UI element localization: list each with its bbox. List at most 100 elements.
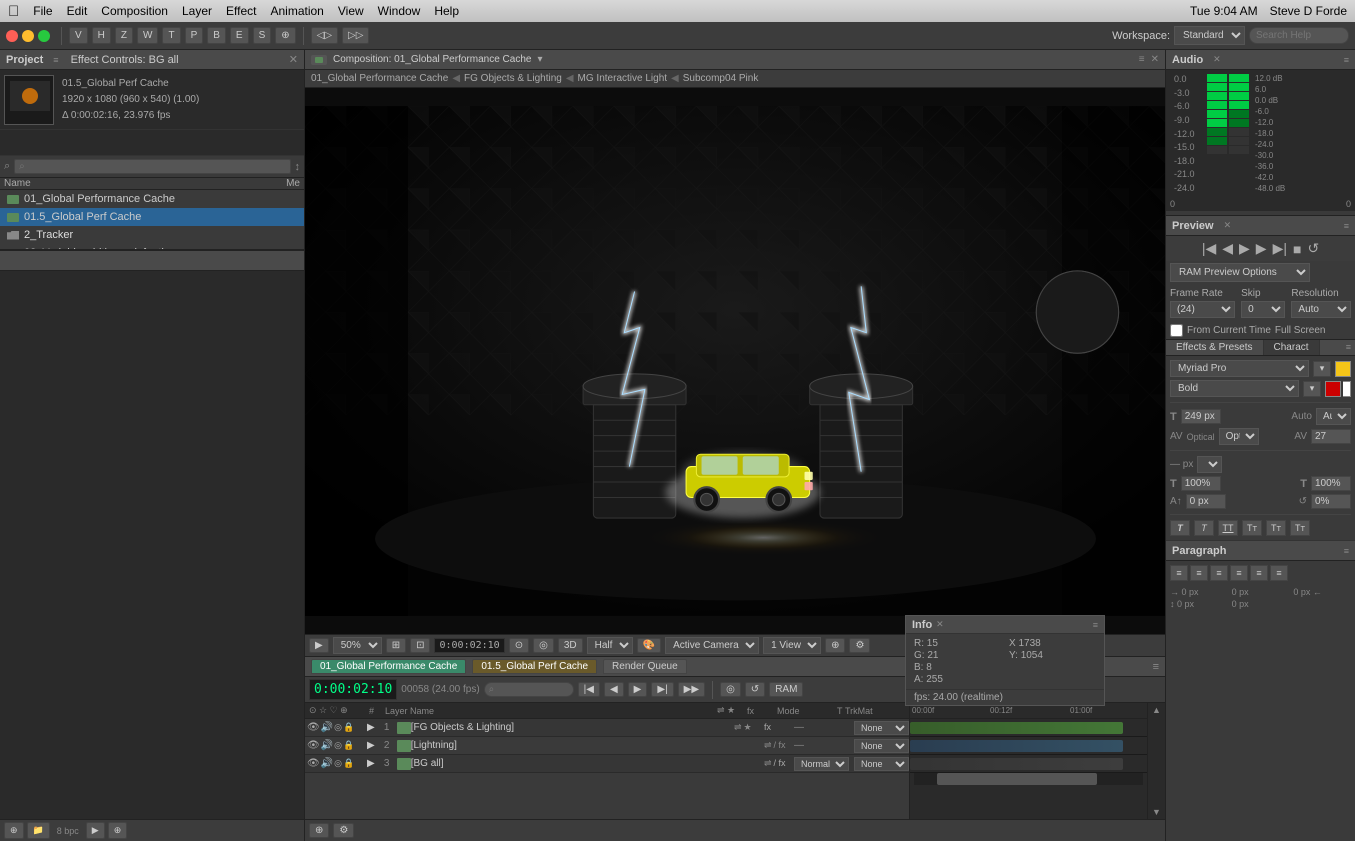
comp-mask-btn[interactable]: ◎ <box>533 638 554 653</box>
menu-edit[interactable]: Composition <box>101 4 168 18</box>
char-size-input[interactable] <box>1181 409 1221 424</box>
char-sub-btn[interactable]: TT <box>1290 520 1310 536</box>
char-upper-btn[interactable]: TT <box>1218 520 1238 536</box>
char-baseline-input[interactable] <box>1186 494 1226 509</box>
comp-options-btn[interactable]: ⊕ <box>825 638 845 653</box>
tl-play-fwd[interactable]: ▶| <box>651 682 673 697</box>
effects-panel-menu[interactable]: ≡ <box>1342 340 1355 355</box>
prev-last[interactable]: ▶| <box>1273 240 1287 257</box>
layer1-mat-select[interactable]: None <box>854 721 909 735</box>
tool-extra1[interactable]: ◁▷ <box>311 27 338 44</box>
para-align-justify[interactable]: ≡ <box>1230 565 1248 581</box>
tool-puppet[interactable]: ⊕ <box>275 27 295 44</box>
layer3-expand[interactable]: ▶ <box>365 758 377 769</box>
comp-panel-menu[interactable]: ≡ <box>1139 54 1145 65</box>
flow-btn[interactable]: ▶ <box>86 822 105 839</box>
tl-play-rev[interactable]: ◀ <box>604 682 624 697</box>
layer2-parent[interactable]: ⇌ <box>764 740 772 751</box>
char-rotate-input[interactable] <box>1311 494 1351 509</box>
tl-zoom-area[interactable] <box>914 773 1143 785</box>
comp-view-select[interactable]: Active Camera <box>665 637 759 654</box>
search-input[interactable] <box>1249 27 1349 44</box>
project-item-2[interactable]: 01.5_Global Perf Cache <box>0 208 304 226</box>
render-btn[interactable]: ⊕ <box>108 822 128 839</box>
tl-loop[interactable]: ↺ <box>745 682 765 697</box>
preview-x[interactable]: ✕ <box>1224 220 1232 231</box>
audio-menu[interactable]: ✕ <box>1213 54 1221 65</box>
prev-loop[interactable]: ↺ <box>1307 240 1319 257</box>
char-auto-select[interactable]: Auto <box>1316 408 1351 425</box>
tool-pen[interactable]: P <box>185 27 204 44</box>
comp-panel-close[interactable]: ✕ <box>1151 54 1159 65</box>
para-align-justify-r[interactable]: ≡ <box>1250 565 1268 581</box>
effects-tab-1[interactable]: Effects & Presets <box>1166 340 1264 355</box>
layer2-mat-select[interactable]: None <box>854 739 909 753</box>
project-search-input[interactable] <box>14 159 290 174</box>
layer1-parent[interactable]: ⇌ <box>734 722 742 733</box>
breadcrumb-4[interactable]: Subcomp04 Pink <box>683 73 759 84</box>
tl-settings[interactable]: ⚙ <box>333 823 354 838</box>
layer1-fx-icon[interactable]: fx <box>764 722 771 732</box>
layer2-vis[interactable]: 👁 <box>307 740 320 751</box>
breadcrumb-2[interactable]: FG Objects & Lighting <box>464 73 562 84</box>
layer3-parent[interactable]: ⇌ <box>764 758 772 769</box>
tool-eraser[interactable]: E <box>230 27 249 44</box>
layer1-expand[interactable]: ▶ <box>365 722 377 733</box>
char-italic-btn[interactable]: T <box>1194 520 1214 536</box>
char-color-swatch-1[interactable] <box>1335 361 1351 377</box>
layer1-vis[interactable]: 👁 <box>307 722 320 733</box>
minimize-button[interactable] <box>22 30 34 42</box>
preview-fr-select[interactable]: (24) <box>1170 301 1235 318</box>
prev-back[interactable]: ◀ <box>1222 240 1233 257</box>
comp-safe-btn[interactable]: ⊡ <box>410 638 430 653</box>
layer3-audio[interactable]: 🔊 <box>321 758 333 769</box>
char-small-btn[interactable]: TT <box>1242 520 1262 536</box>
tl-zoom-handle[interactable] <box>937 773 1097 785</box>
tl-solo[interactable]: ◎ <box>720 682 741 697</box>
info-menu[interactable]: ≡ <box>1093 620 1098 630</box>
preview-menu[interactable]: ≡ <box>1344 221 1349 231</box>
char-font-btn[interactable]: ▾ <box>1313 361 1331 377</box>
new-comp-btn[interactable]: ⊕ <box>4 822 24 839</box>
layer3-vis[interactable]: 👁 <box>307 758 320 769</box>
project-item-3[interactable]: 2_Tracker <box>0 226 304 244</box>
tl-play[interactable]: ▶ <box>628 682 648 697</box>
timeline-tab-queue[interactable]: Render Queue <box>603 659 687 674</box>
preview-res-select[interactable]: Auto <box>1291 301 1351 318</box>
timeline-search[interactable] <box>484 682 574 697</box>
preview-skip-select[interactable]: 0 <box>1241 301 1285 318</box>
layer1-lock[interactable]: 🔒 <box>343 722 354 733</box>
menu-view[interactable]: Window <box>378 4 421 18</box>
apple-menu[interactable]:  <box>8 3 19 20</box>
layer2-audio[interactable]: 🔊 <box>321 740 333 751</box>
timeline-tab-1[interactable]: 01_Global Performance Cache <box>311 659 466 674</box>
audio-opts[interactable]: ≡ <box>1344 55 1349 65</box>
menu-file[interactable]: Edit <box>67 4 88 18</box>
layer1-key[interactable]: ★ <box>744 722 752 733</box>
timeline-menu[interactable]: ≡ <box>1153 661 1159 673</box>
project-item-4[interactable]: 03_Variable width mask feather <box>0 244 304 249</box>
para-align-center[interactable]: ≡ <box>1190 565 1208 581</box>
preview-dropdown-select[interactable]: RAM Preview Options <box>1170 263 1310 282</box>
breadcrumb-3[interactable]: MG Interactive Light <box>578 73 667 84</box>
para-align-justify-c[interactable]: ≡ <box>1270 565 1288 581</box>
prev-play[interactable]: ▶ <box>1239 240 1250 257</box>
comp-settings-btn[interactable]: ⚙ <box>849 638 870 653</box>
menu-layer[interactable]: Effect <box>226 4 256 18</box>
layer2-name[interactable]: [Lightning] <box>411 740 764 751</box>
timeline-tab-2[interactable]: 01.5_Global Perf Cache <box>472 659 597 674</box>
new-folder-btn[interactable]: 📁 <box>27 822 50 839</box>
char-vscale-input[interactable] <box>1311 476 1351 491</box>
char-unit-select[interactable]: px <box>1197 456 1222 473</box>
project-panel-close[interactable]: ✕ <box>289 53 298 66</box>
layer2-lock[interactable]: 🔒 <box>343 740 354 751</box>
tl-prev-frame[interactable]: |◀ <box>578 682 600 697</box>
comp-viewcount-select[interactable]: 1 View <box>763 637 821 654</box>
tool-select[interactable]: V <box>69 27 88 44</box>
menu-window[interactable]: Help <box>434 4 459 18</box>
comp-zoom-select[interactable]: 50% <box>333 637 382 654</box>
project-item-1[interactable]: 01_Global Performance Cache <box>0 190 304 208</box>
comp-ctrl-play[interactable]: ▶ <box>309 638 329 653</box>
close-button[interactable] <box>6 30 18 42</box>
para-align-left[interactable]: ≡ <box>1170 565 1188 581</box>
